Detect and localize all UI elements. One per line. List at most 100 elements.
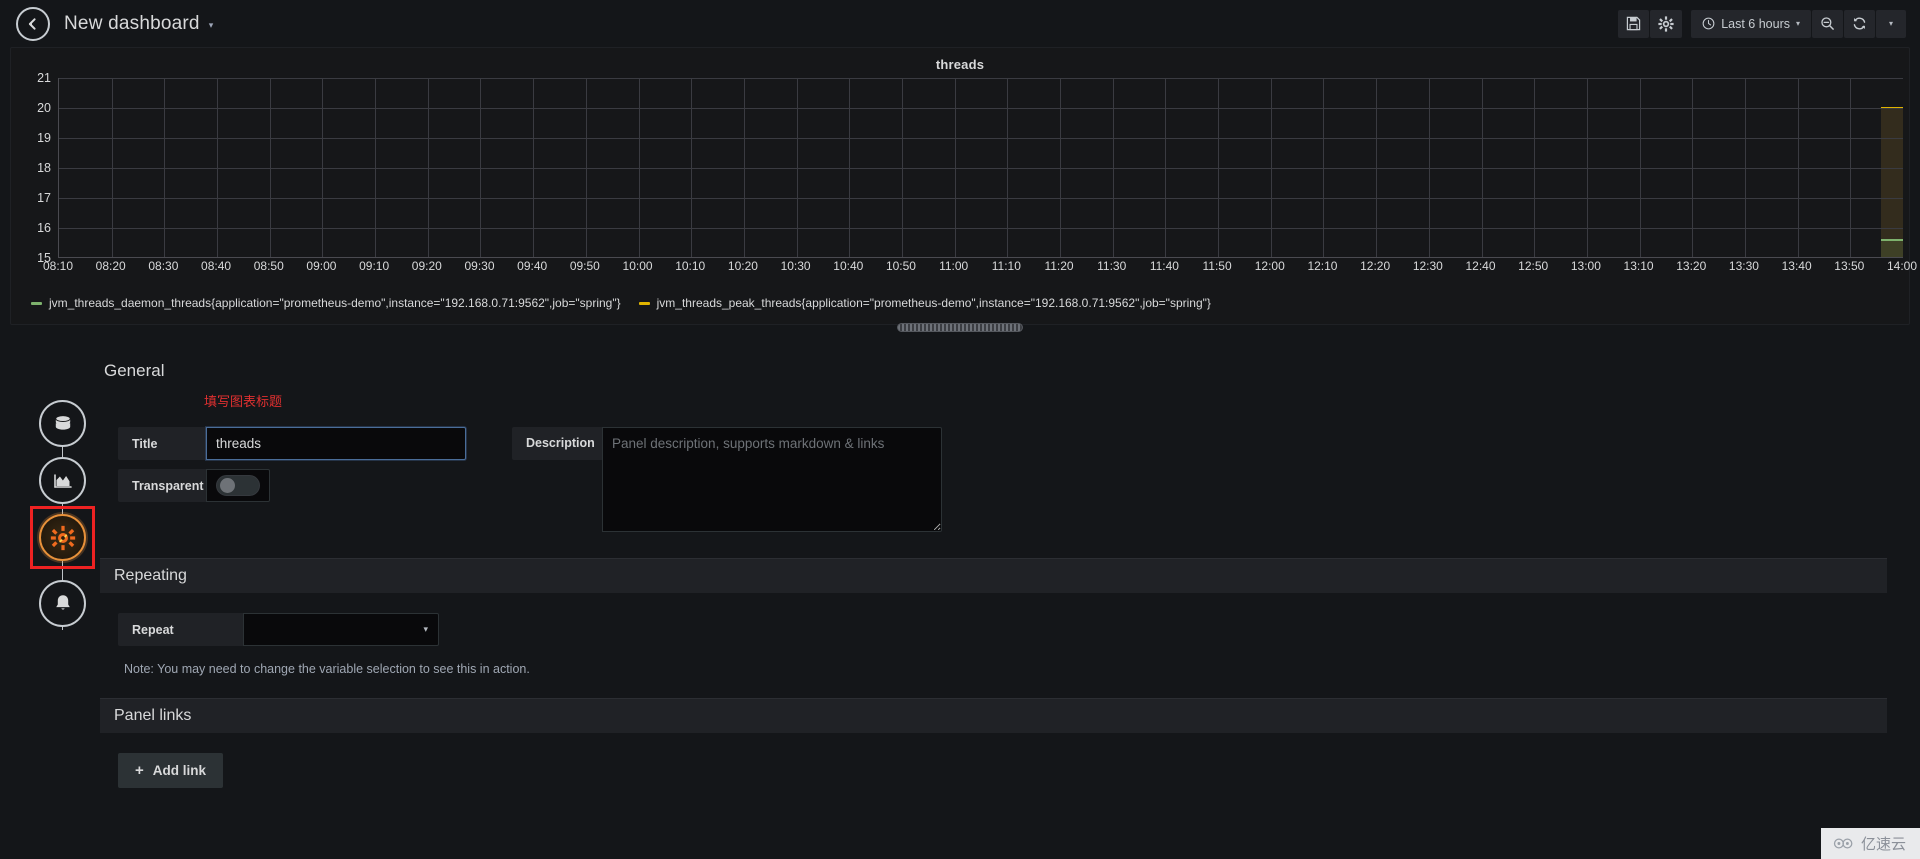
general-section-body: 填写图表标题 Title Transparent — [100, 394, 1887, 558]
x-axis-tick: 10:40 — [833, 259, 864, 273]
grid-line-vertical — [217, 78, 219, 257]
graph-plot-area: 21 20 19 18 17 16 15 08:10 08:20 08:30 08:40 08:50… — [11, 71, 1917, 290]
x-axis-tick: 13:20 — [1676, 259, 1707, 273]
general-section-heading: General — [104, 361, 165, 380]
repeating-section-heading: Repeating — [100, 558, 1887, 593]
grid-line-vertical — [1850, 78, 1852, 257]
x-axis-tick: 11:20 — [1044, 259, 1074, 273]
grid-line-vertical — [743, 78, 745, 257]
grid-line-horizontal — [59, 168, 1903, 169]
zoom-out-time-button[interactable] — [1812, 9, 1843, 38]
dashboard-title-chevron-down-icon[interactable]: ▾ — [209, 20, 214, 31]
grid-line-vertical — [1218, 78, 1220, 257]
x-axis-tick: 11:00 — [939, 259, 969, 273]
x-axis-tick: 13:50 — [1834, 259, 1865, 273]
graph-panel[interactable]: threads 21 20 19 18 17 16 15 08:10 08:20 08:30 08… — [10, 47, 1917, 332]
zoom-out-icon — [1821, 17, 1834, 30]
description-label: Description — [512, 427, 602, 460]
title-input[interactable] — [206, 427, 466, 460]
top-navbar: New dashboard ▾ Last 6 hours ▾ ▾ — [0, 0, 1920, 47]
legend-color-swatch — [31, 301, 42, 305]
legend-series-label: jvm_threads_daemon_threads{application="… — [49, 296, 621, 310]
repeat-note: Note: You may need to change the variabl… — [124, 662, 530, 676]
description-textarea[interactable] — [602, 427, 942, 532]
x-axis-tick: 10:50 — [885, 259, 916, 273]
legend-item[interactable]: jvm_threads_peak_threads{application="pr… — [638, 296, 1211, 310]
cloud-logo-icon — [1833, 838, 1853, 849]
x-axis-tick: 11:50 — [1202, 259, 1232, 273]
add-link-button[interactable]: + Add link — [118, 753, 224, 788]
navbar-action-group-right: Last 6 hours ▾ ▾ — [1691, 9, 1906, 38]
repeat-select[interactable]: ▾ — [243, 613, 439, 646]
x-axis-tick: 13:10 — [1623, 259, 1654, 273]
grid-line-horizontal — [59, 78, 1903, 79]
repeat-field-group: Repeat ▾ — [118, 613, 1869, 646]
refresh-button[interactable] — [1844, 9, 1875, 38]
grid-line-vertical — [480, 78, 482, 257]
x-axis-tick: 13:00 — [1570, 259, 1601, 273]
grid-line-vertical — [375, 78, 377, 257]
gear-wrench-icon — [50, 525, 75, 550]
x-axis-tick: 08:50 — [253, 259, 284, 273]
transparent-toggle[interactable] — [216, 475, 260, 496]
x-axis-tick: 11:30 — [1097, 259, 1127, 273]
x-axis-tick: 12:20 — [1360, 259, 1391, 273]
x-axis-tick: 08:20 — [95, 259, 126, 273]
grid-line-vertical — [322, 78, 324, 257]
grid-line-vertical — [1639, 78, 1641, 257]
legend-series-label: jvm_threads_peak_threads{application="pr… — [656, 296, 1211, 310]
navbar-action-group-left — [1618, 9, 1683, 38]
time-range-picker[interactable]: Last 6 hours ▾ — [1691, 9, 1811, 38]
x-axis-tick: 08:30 — [148, 259, 179, 273]
general-fields-row: Title Transparent Description — [118, 407, 1869, 532]
grid-line-vertical — [1797, 78, 1799, 257]
grid-line-vertical — [638, 78, 640, 257]
save-floppy-icon — [1626, 16, 1641, 31]
x-axis-tick: 09:50 — [569, 259, 600, 273]
grid-line-vertical — [1112, 78, 1114, 257]
x-axis-tick: 12:30 — [1412, 259, 1443, 273]
graph-legend: jvm_threads_daemon_threads{application="… — [31, 296, 1899, 310]
y-axis-tick: 17 — [37, 191, 51, 205]
sidebar-item-general[interactable] — [39, 514, 117, 561]
x-axis-tick: 13:30 — [1728, 259, 1759, 273]
refresh-interval-dropdown[interactable]: ▾ — [1876, 9, 1906, 38]
y-axis-tick: 21 — [37, 71, 51, 85]
watermark-text: 亿速云 — [1860, 836, 1906, 853]
repeat-chevron-down-icon: ▾ — [423, 624, 428, 634]
save-dashboard-button[interactable] — [1618, 9, 1650, 38]
x-axis-tick: 08:10 — [42, 259, 74, 273]
title-annotation-text: 填写图表标题 — [204, 394, 283, 409]
dashboard-title[interactable]: New dashboard — [64, 13, 200, 35]
dashboard-settings-button[interactable] — [1650, 9, 1683, 38]
transparent-label: Transparent — [118, 469, 206, 502]
grid-line-vertical — [1007, 78, 1009, 257]
description-field-group: Description — [512, 427, 942, 532]
grid-line-vertical — [533, 78, 535, 257]
grid-line-vertical — [849, 78, 851, 257]
panel-resize-handle[interactable] — [897, 323, 1023, 332]
sidebar-item-visualization[interactable] — [39, 457, 86, 504]
grafana-dashboard-edit-screen: New dashboard ▾ Last 6 hours ▾ ▾ threads… — [0, 0, 1920, 859]
panel-links-section-body: + Add link — [100, 733, 1887, 810]
y-axis-tick: 18 — [37, 161, 51, 175]
x-axis-tick: 11:10 — [991, 259, 1021, 273]
x-axis-tick: 14:00 — [1886, 259, 1918, 273]
sidebar-item-alert[interactable] — [39, 580, 86, 627]
x-axis-tick: 10:20 — [727, 259, 758, 273]
series-peak-threads — [1881, 107, 1903, 257]
legend-item[interactable]: jvm_threads_daemon_threads{application="… — [31, 296, 621, 310]
x-axis-tick: 10:30 — [780, 259, 811, 273]
x-axis-tick: 12:00 — [1254, 259, 1285, 273]
grid-line-vertical — [269, 78, 271, 257]
grid-line-vertical — [1060, 78, 1062, 257]
graph-panel-title[interactable]: threads — [11, 48, 1909, 72]
navbar-actions: Last 6 hours ▾ ▾ — [1618, 9, 1906, 38]
grid-line-vertical — [1165, 78, 1167, 257]
plot-canvas[interactable] — [58, 78, 1903, 258]
x-axis-tick: 09:10 — [359, 259, 390, 273]
grid-line-vertical — [1323, 78, 1325, 257]
sidebar-item-queries[interactable] — [39, 400, 86, 447]
back-button[interactable] — [16, 6, 50, 41]
legend-color-swatch — [638, 301, 650, 305]
